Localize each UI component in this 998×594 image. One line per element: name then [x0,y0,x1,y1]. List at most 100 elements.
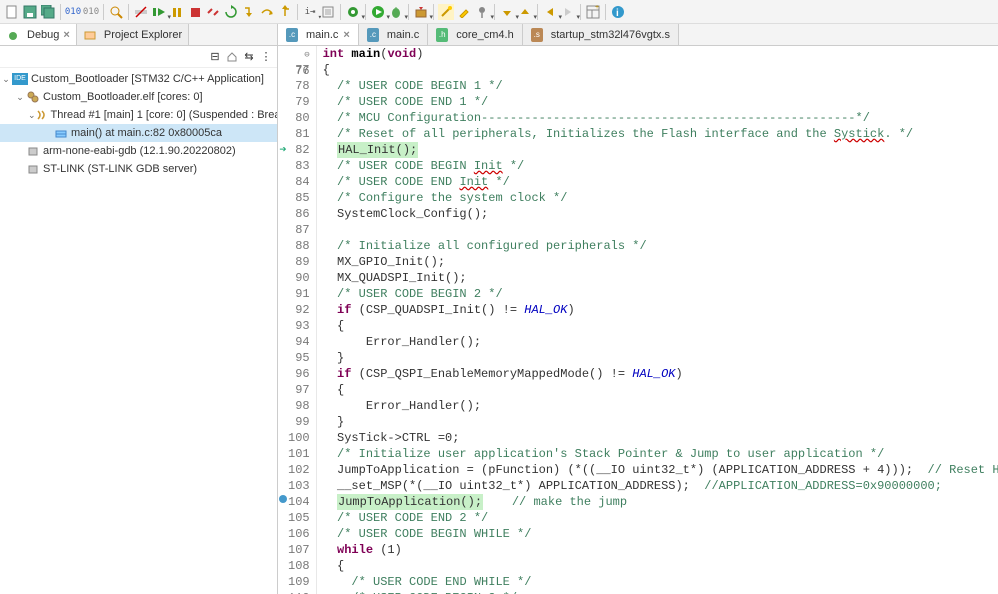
perspective-icon[interactable]: + [585,4,601,20]
debugger-icon [26,144,40,158]
c-file-icon: .c [367,28,379,42]
main-toolbar: 010 010 i⇥ + i [0,0,998,24]
sidebar-toolbar: ⊟ ⇆ ⋮ [0,46,277,68]
reg-icon[interactable] [320,4,336,20]
tree-label: Thread #1 [main] 1 [core: 0] (Suspended … [51,109,277,121]
editor-tab-startup[interactable]: .s startup_stm32l476vgtx.s [523,24,679,45]
run-config-icon[interactable] [370,4,386,20]
twisty-icon[interactable]: ⌄ [14,92,26,103]
tree-stlink[interactable]: ST-LINK (ST-LINK GDB server) [0,160,277,178]
tree-label: main() at main.c:82 0x80005ca [71,127,222,139]
debug-sidebar: Debug × Project Explorer ⊟ ⇆ ⋮ ⌄ IDE Cus… [0,24,278,594]
debug-tree: ⌄ IDE Custom_Bootloader [STM32 C/C++ App… [0,68,277,594]
stepinto-icon[interactable] [241,4,257,20]
h-file-icon: .h [436,28,448,42]
separator [605,4,606,20]
twisty-icon[interactable]: ⌄ [0,74,12,85]
svg-text:+: + [595,5,599,11]
tree-label: Custom_Bootloader [STM32 C/C++ Applicati… [31,73,264,85]
separator [103,4,104,20]
tree-label: arm-none-eabi-gdb (12.1.90.20220802) [43,145,236,157]
tab-debug[interactable]: Debug × [0,24,77,45]
restart-icon[interactable] [223,4,239,20]
save-icon[interactable] [22,4,38,20]
disconnect-icon[interactable] [205,4,221,20]
home-icon[interactable] [225,50,239,64]
resume-icon[interactable] [151,4,167,20]
thread-icon [36,108,48,122]
close-icon[interactable]: × [343,29,349,41]
tree-stack-frame[interactable]: main() at main.c:82 0x80005ca [0,124,277,142]
separator [60,4,61,20]
separator [494,4,495,20]
collapse-icon[interactable]: ⊟ [208,50,222,64]
bug-icon [6,28,20,42]
editor-tab-core-cm4[interactable]: .h core_cm4.h [428,24,522,45]
binary-010b-icon[interactable]: 010 [83,4,99,20]
saveall-icon[interactable] [40,4,56,20]
tree-label: Custom_Bootloader.elf [cores: 0] [43,91,203,103]
tree-gdb[interactable]: arm-none-eabi-gdb (12.1.90.20220802) [0,142,277,160]
tab-label: Debug [27,29,59,41]
tab-label: startup_stm32l476vgtx.s [551,29,670,41]
s-file-icon: .s [531,28,543,42]
tree-label: ST-LINK (ST-LINK GDB server) [43,163,197,175]
external-tool-icon[interactable] [413,4,429,20]
sidebar-tabs: Debug × Project Explorer [0,24,277,46]
tab-label: core_cm4.h [456,29,513,41]
folder-icon [83,28,97,42]
separator [365,4,366,20]
code-content[interactable]: int main(void){ /* USER CODE BEGIN 1 */ … [317,46,998,594]
info-icon[interactable]: i [610,4,626,20]
prev-annotation-icon[interactable] [517,4,533,20]
marker-gutter[interactable]: ➔ [278,46,288,594]
tree-elf[interactable]: ⌄ Custom_Bootloader.elf [cores: 0] [0,88,277,106]
new-icon[interactable] [4,4,20,20]
svg-text:i: i [616,8,619,19]
next-annotation-icon[interactable] [499,4,515,20]
terminate-icon[interactable] [187,4,203,20]
pin-icon[interactable] [474,4,490,20]
editor-tab-main-c-2[interactable]: .c main.c [359,24,428,45]
no-skip-icon[interactable] [133,4,149,20]
editor-tabs: .c main.c × .c main.c .h core_cm4.h .s s… [278,24,998,46]
tab-project-explorer[interactable]: Project Explorer [77,24,189,45]
stackframe-icon [54,126,68,140]
tab-label: main.c [387,29,419,41]
stepreturn-icon[interactable] [277,4,293,20]
separator [580,4,581,20]
line-number-ruler[interactable]: ⊖ 76777879808182838485868788899091929394… [288,46,317,594]
menu-icon[interactable]: ⋮ [259,50,273,64]
nav-forward-icon[interactable] [560,4,576,20]
tab-label: main.c [306,29,338,41]
c-file-icon: .c [286,28,298,42]
highlighter-icon[interactable] [456,4,472,20]
twisty-icon[interactable]: ⌄ [28,110,36,121]
debug-config-icon[interactable] [388,4,404,20]
separator [537,4,538,20]
editor-area: .c main.c × .c main.c .h core_cm4.h .s s… [278,24,998,594]
tree-launch-config[interactable]: ⌄ IDE Custom_Bootloader [STM32 C/C++ App… [0,70,277,88]
separator [128,4,129,20]
stepover-icon[interactable] [259,4,275,20]
link-icon[interactable]: ⇆ [242,50,256,64]
ide-icon: IDE [12,73,28,85]
separator [408,4,409,20]
binary-010-icon[interactable]: 010 [65,4,81,20]
code-editor[interactable]: ➔ ⊖ 767778798081828384858687888990919293… [278,46,998,594]
close-icon[interactable]: × [63,29,69,41]
instr-step-icon[interactable]: i⇥ [302,4,318,20]
debugger-icon [26,162,40,176]
tab-label: Project Explorer [104,29,182,41]
separator [297,4,298,20]
wand-icon[interactable] [438,4,454,20]
bug-config-icon[interactable] [345,4,361,20]
gears-icon [26,90,40,104]
pause-icon[interactable] [169,4,185,20]
separator [433,4,434,20]
editor-tab-main-c-1[interactable]: .c main.c × [278,24,359,45]
separator [340,4,341,20]
search-icon[interactable] [108,4,124,20]
nav-back-icon[interactable] [542,4,558,20]
tree-thread[interactable]: ⌄ Thread #1 [main] 1 [core: 0] (Suspende… [0,106,277,124]
